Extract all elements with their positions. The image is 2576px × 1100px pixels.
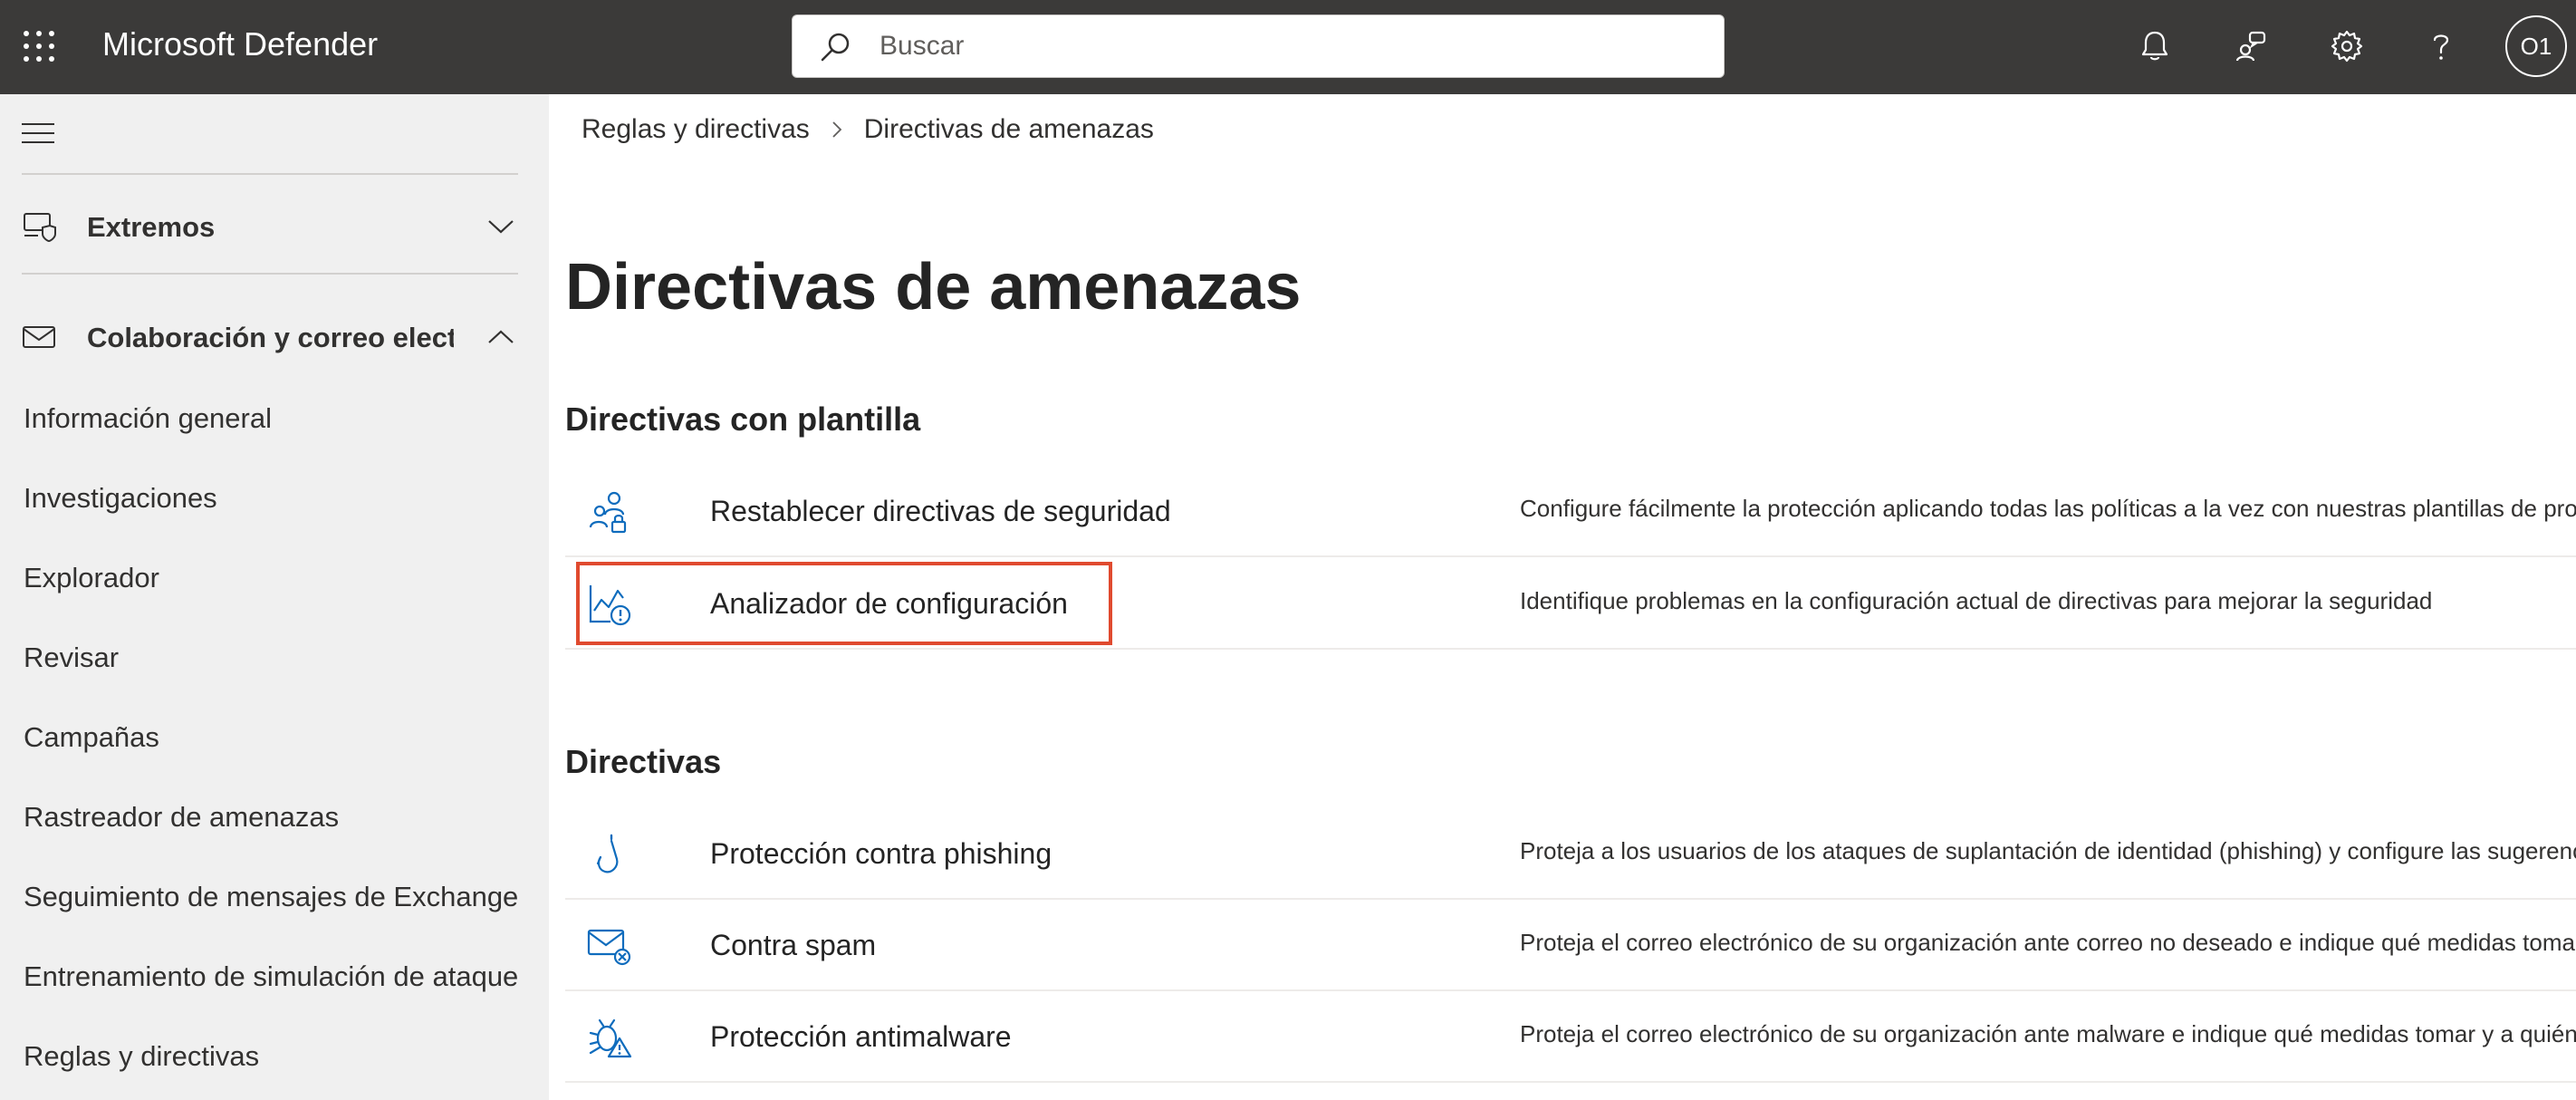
breadcrumb-current: Directivas de amenazas xyxy=(863,114,1154,144)
sidebar-divider xyxy=(22,273,518,275)
sidebar-group-colaboracion[interactable]: Colaboración y correo electrónico xyxy=(0,304,549,367)
sidebar-item-label: Investigaciones xyxy=(24,482,217,514)
sidebar-item-rastreador-de-amenazas[interactable]: Rastreador de amenazas xyxy=(0,785,549,848)
sidebar-item-label: Entrenamiento de simulación de ataque xyxy=(24,960,519,992)
bug-warning-icon xyxy=(589,1018,632,1058)
sidebar-item-label: Explorador xyxy=(24,562,159,593)
section-title: Directivas con plantilla xyxy=(565,400,921,438)
section-title: Directivas xyxy=(565,743,722,780)
chevron-up-icon xyxy=(488,330,514,343)
policy-name[interactable]: Protección contra phishing xyxy=(710,837,1052,871)
policy-row[interactable]: Analizador de configuración Identifique … xyxy=(565,558,2576,650)
search-input[interactable] xyxy=(879,24,1695,68)
mail-blocked-icon xyxy=(587,929,631,966)
policy-row[interactable]: Protección contra phishing Proteja a los… xyxy=(565,808,2576,900)
breadcrumb: Reglas y directivas Directivas de amenaz… xyxy=(582,114,1154,145)
policy-name[interactable]: Contra spam xyxy=(710,929,876,962)
policy-name[interactable]: Restablecer directivas de seguridad xyxy=(710,495,1171,528)
sidebar-item-entrenamiento-de-simulacion[interactable]: Entrenamiento de simulación de ataque xyxy=(0,944,549,1008)
fishhook-icon xyxy=(596,834,619,873)
sidebar-item-reglas-y-directivas[interactable]: Reglas y directivas xyxy=(0,1024,549,1087)
users-lock-icon xyxy=(589,491,627,534)
search-box[interactable] xyxy=(792,14,1725,78)
main-content: Reglas y directivas Directivas de amenaz… xyxy=(549,94,2576,1100)
policy-name[interactable]: Protección antimalware xyxy=(710,1020,1012,1054)
sidebar-item-label: Seguimiento de mensajes de Exchange xyxy=(24,881,519,912)
sidebar-item-informacion-general[interactable]: Información general xyxy=(0,386,549,449)
policy-description: Proteja el correo electrónico de su orga… xyxy=(1520,1020,2576,1047)
endpoint-shield-icon xyxy=(24,213,56,243)
sidebar-item-label: Reglas y directivas xyxy=(24,1040,260,1072)
mail-icon xyxy=(23,326,55,348)
hamburger-menu-icon[interactable] xyxy=(22,123,58,150)
chevron-right-icon xyxy=(832,121,842,138)
sidebar-item-label: Información general xyxy=(24,402,272,434)
sidebar-group-label: Colaboración y correo electrónico xyxy=(87,322,454,353)
sidebar-item-label: Revisar xyxy=(24,642,120,673)
sidebar-item-revisar[interactable]: Revisar xyxy=(0,625,549,689)
sidebar-item-explorador[interactable]: Explorador xyxy=(0,545,549,609)
policy-row[interactable]: Protección antimalware Proteja el correo… xyxy=(565,991,2576,1083)
policy-description: Proteja el correo electrónico de su orga… xyxy=(1520,929,2576,956)
breadcrumb-item[interactable]: Reglas y directivas xyxy=(582,114,810,145)
page-title: Directivas de amenazas xyxy=(565,251,1302,323)
community-icon[interactable] xyxy=(2228,24,2273,69)
sidebar-item-campanas[interactable]: Campañas xyxy=(0,705,549,768)
sidebar: Extremos Colaboración y correo electróni… xyxy=(0,94,549,1100)
app-title[interactable]: Microsoft Defender xyxy=(102,25,378,63)
bell-icon[interactable] xyxy=(2132,24,2177,69)
sidebar-divider xyxy=(22,173,518,175)
policy-row[interactable]: Contra spam Proteja el correo electrónic… xyxy=(565,900,2576,991)
policy-description: Identifique problemas en la configuració… xyxy=(1520,587,2433,614)
policy-description: Proteja a los usuarios de los ataques de… xyxy=(1520,837,2576,864)
sidebar-item-investigaciones[interactable]: Investigaciones xyxy=(0,466,549,529)
top-bar: Microsoft Defender O1 xyxy=(0,0,2576,94)
search-icon xyxy=(821,33,850,62)
policy-name[interactable]: Analizador de configuración xyxy=(710,587,1068,621)
chevron-down-icon xyxy=(488,220,514,234)
gear-icon[interactable] xyxy=(2324,24,2369,69)
help-icon[interactable] xyxy=(2418,24,2464,69)
sidebar-item-label: Campañas xyxy=(24,721,159,753)
avatar[interactable]: O1 xyxy=(2505,15,2567,77)
sidebar-group-extremos[interactable]: Extremos xyxy=(0,193,549,256)
sidebar-item-seguimiento-de-mensajes[interactable]: Seguimiento de mensajes de Exchange xyxy=(0,864,549,928)
waffle-icon[interactable] xyxy=(22,29,56,63)
policy-description: Configure fácilmente la protección aplic… xyxy=(1520,495,2576,522)
policy-row[interactable]: Restablecer directivas de seguridad Conf… xyxy=(565,466,2576,557)
sidebar-group-label: Extremos xyxy=(87,211,216,243)
chart-alert-icon xyxy=(589,585,631,626)
sidebar-item-label: Rastreador de amenazas xyxy=(24,801,340,833)
